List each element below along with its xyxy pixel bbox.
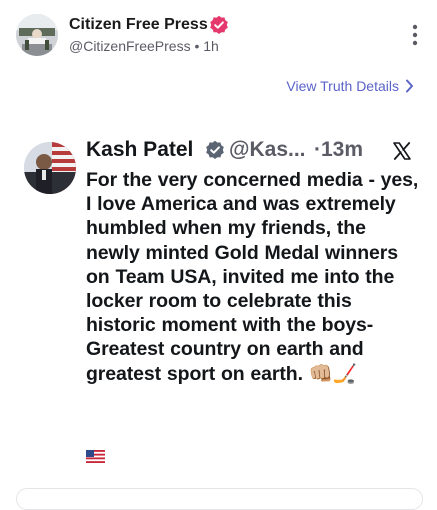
us-flag-icon	[86, 450, 105, 463]
verified-badge-icon	[209, 15, 229, 35]
verified-check-icon	[205, 140, 225, 160]
quoted-time: ·13m	[314, 138, 363, 162]
view-truth-details-link[interactable]: View Truth Details	[286, 78, 414, 94]
author-meta: @CitizenFreePress • 1h	[69, 38, 219, 54]
next-card	[16, 488, 423, 510]
author-name[interactable]: Citizen Free Press	[69, 16, 208, 34]
x-logo-icon	[392, 141, 412, 161]
author-avatar[interactable]	[16, 14, 58, 56]
quoted-post-text: For the very concerned media - yes, I lo…	[86, 169, 419, 385]
post-time: 1h	[203, 38, 219, 54]
post-header: Citizen Free Press @CitizenFreePress • 1…	[16, 14, 421, 58]
more-options-button[interactable]	[409, 23, 421, 47]
quoted-author-name[interactable]: Kash Patel	[86, 138, 193, 162]
quoted-separator: ·	[314, 138, 321, 161]
view-truth-details-label: View Truth Details	[286, 78, 399, 94]
meta-separator: •	[194, 38, 200, 54]
quoted-time-value: 13m	[321, 138, 364, 161]
quoted-author-handle[interactable]: @Kas...	[229, 138, 306, 162]
author-handle[interactable]: @CitizenFreePress	[69, 38, 191, 54]
quoted-header: Kash Patel @Kas... ·13m	[86, 138, 416, 166]
quoted-author-avatar[interactable]	[24, 142, 76, 194]
chevron-right-icon	[406, 79, 413, 93]
more-vertical-icon	[412, 24, 418, 46]
